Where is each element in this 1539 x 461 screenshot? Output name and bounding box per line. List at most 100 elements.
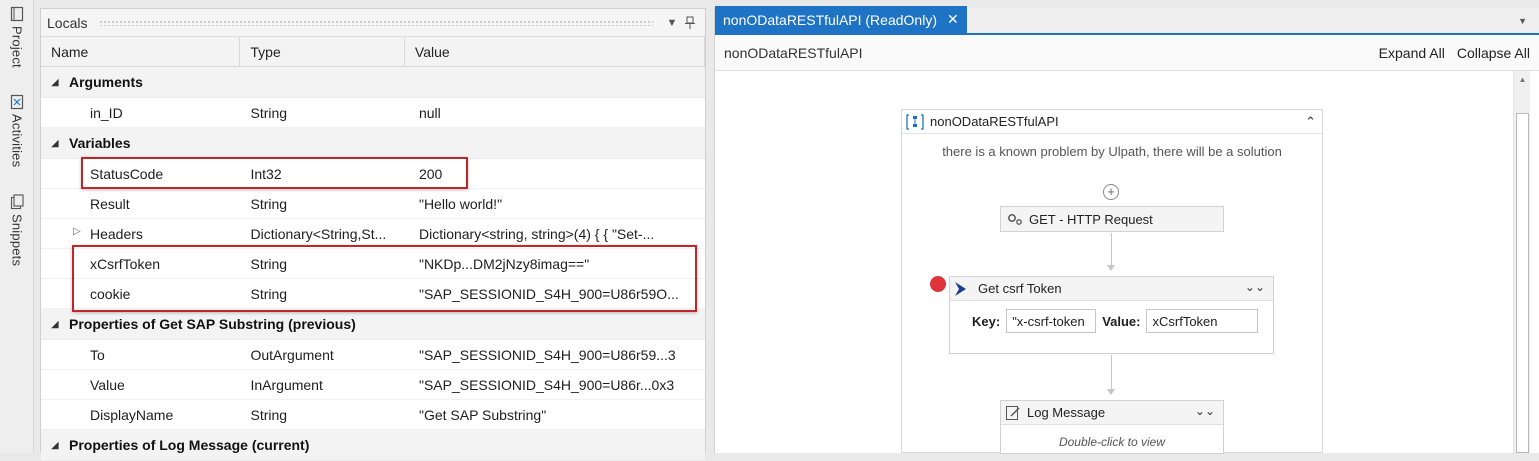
row-value[interactable]: "SAP_SESSIONID_S4H_900=U86r...0x3: [405, 377, 705, 393]
drag-grip[interactable]: [99, 19, 653, 26]
key-input[interactable]: "x-csrf-token: [1006, 309, 1097, 333]
table-row[interactable]: DisplayName String "Get SAP Substring": [41, 400, 705, 430]
row-value[interactable]: "SAP_SESSIONID_S4H_900=U86r59...3: [405, 347, 705, 363]
row-value[interactable]: "Get SAP Substring": [405, 407, 705, 423]
key-label: Key:: [972, 313, 1001, 329]
activity-http-request[interactable]: GET - HTTP Request: [1000, 206, 1224, 232]
group-variables[interactable]: ◢ Variables: [41, 128, 705, 159]
table-row[interactable]: Result String "Hello world!": [41, 189, 705, 219]
group-previous-properties[interactable]: ◢ Properties of Get SAP Substring (previ…: [41, 309, 705, 340]
row-value[interactable]: null: [405, 105, 705, 121]
table-row[interactable]: To OutArgument "SAP_SESSIONID_S4H_900=U8…: [41, 340, 705, 370]
table-row[interactable]: xCsrfToken String "NKDp...DM2jNzy8imag==…: [41, 249, 705, 279]
side-tab-label: Project: [9, 26, 25, 68]
column-type[interactable]: Type: [240, 37, 405, 66]
collapse-triangle-icon[interactable]: ◢: [41, 319, 69, 330]
value-label: Value:: [1102, 313, 1141, 329]
collapse-triangle-icon[interactable]: ◢: [41, 77, 69, 88]
tab-label: nonODataRESTfulAPI (ReadOnly): [723, 11, 937, 28]
row-value[interactable]: 200: [405, 166, 705, 182]
row-value[interactable]: Dictionary<string, string>(4) { { "Set-.…: [405, 226, 705, 242]
panel-title: Locals: [47, 14, 88, 31]
close-icon[interactable]: ✕: [947, 11, 959, 28]
value-input[interactable]: xCsrfToken: [1146, 309, 1259, 333]
row-type: Int32: [250, 165, 282, 182]
expand-chevron-icon[interactable]: ⌄⌄: [1195, 404, 1215, 418]
document-tab-bar: nonODataRESTfulAPI (ReadOnly) ✕ ▼: [715, 6, 1539, 35]
activities-icon: [10, 94, 24, 110]
scroll-up-icon[interactable]: ▲: [1514, 75, 1531, 84]
breadcrumb-bar: nonODataRESTfulAPI Expand All Collapse A…: [715, 35, 1539, 71]
double-click-hint: Double-click to view: [1058, 435, 1166, 449]
expand-chevron-icon[interactable]: ⌄⌄: [1245, 280, 1265, 294]
connector-arrow: [1107, 389, 1115, 395]
group-label: Variables: [69, 135, 131, 151]
table-row[interactable]: in_ID String null: [41, 98, 705, 128]
row-name: DisplayName: [90, 406, 174, 423]
project-icon: [10, 6, 24, 22]
row-type: String: [250, 104, 288, 121]
row-name: Result: [90, 195, 130, 212]
group-label: Properties of Get SAP Substring (previou…: [69, 316, 356, 332]
snippets-icon: [10, 194, 24, 210]
row-value[interactable]: "Hello world!": [405, 196, 705, 212]
group-label: Properties of Log Message (current): [69, 437, 310, 453]
side-tab-project[interactable]: Project: [6, 6, 28, 68]
column-name[interactable]: Name: [41, 37, 241, 66]
row-type: OutArgument: [250, 346, 334, 363]
table-row[interactable]: StatusCode Int32 200: [41, 159, 705, 189]
sequence-container[interactable]: nonODataRESTfulAPI ⌃ there is a known pr…: [901, 109, 1323, 454]
expand-all-button[interactable]: Expand All: [1379, 45, 1445, 61]
row-name-text: Headers: [90, 225, 143, 242]
breakpoint-icon[interactable]: [930, 276, 946, 292]
sap-connector-icon: [955, 281, 966, 296]
group-arguments[interactable]: ◢ Arguments: [41, 67, 705, 98]
row-type: Dictionary<String,St...: [250, 225, 387, 242]
table-row[interactable]: cookie String "SAP_SESSIONID_S4H_900=U86…: [41, 279, 705, 309]
activity-title: Get csrf Token: [978, 281, 1062, 296]
activity-log-message[interactable]: Log Message ⌄⌄ Double-click to view: [1000, 400, 1224, 454]
designer-canvas[interactable]: nonODataRESTfulAPI ⌃ there is a known pr…: [715, 71, 1539, 454]
group-current-properties[interactable]: ◢ Properties of Log Message (current): [41, 430, 705, 461]
key-value-row: Key: "x-csrf-token Value: xCsrfToken: [950, 301, 1273, 333]
sequence-icon: [906, 113, 924, 130]
connector-line: [1111, 233, 1112, 267]
gears-icon: [1008, 214, 1022, 225]
row-name: in_ID: [90, 104, 123, 121]
row-value[interactable]: "NKDp...DM2jNzy8imag==": [405, 256, 705, 272]
collapse-up-icon[interactable]: ⌃: [1305, 114, 1316, 130]
sequence-annotation: there is a known problem by Ulpath, ther…: [942, 144, 1282, 159]
expand-triangle-icon[interactable]: ▷: [73, 226, 81, 237]
locals-panel: Locals ▼ Name Type Value ◢ Arguments in_…: [40, 8, 706, 461]
side-tab-activities[interactable]: Activities: [6, 94, 28, 167]
side-tab-snippets[interactable]: Snippets: [6, 194, 28, 266]
row-type: String: [250, 406, 288, 423]
row-name: To: [90, 346, 105, 363]
connector-line: [1111, 355, 1112, 391]
dropdown-icon[interactable]: ▼: [663, 14, 681, 32]
row-type: InArgument: [250, 376, 323, 393]
collapse-triangle-icon[interactable]: ◢: [41, 138, 69, 149]
vertical-scrollbar[interactable]: ▲: [1513, 71, 1530, 453]
column-value[interactable]: Value: [405, 37, 705, 66]
row-value[interactable]: "SAP_SESSIONID_S4H_900=U86r59O...: [405, 286, 705, 302]
sequence-title: nonODataRESTfulAPI: [930, 114, 1059, 129]
row-name: cookie: [90, 285, 131, 302]
row-type: String: [250, 255, 288, 272]
tab-list-dropdown-icon[interactable]: ▼: [1518, 16, 1527, 26]
row-name: xCsrfToken: [90, 255, 161, 272]
breadcrumb[interactable]: nonODataRESTfulAPI: [724, 45, 1367, 61]
table-row[interactable]: ▷ Headers Dictionary<String,St... Diction…: [41, 219, 705, 249]
tab-nonodata-restful-api[interactable]: nonODataRESTfulAPI (ReadOnly) ✕: [715, 6, 967, 33]
pin-icon[interactable]: [681, 14, 699, 32]
row-type: String: [250, 195, 288, 212]
collapse-triangle-icon[interactable]: ◢: [41, 440, 69, 451]
activity-get-csrf-token[interactable]: Get csrf Token ⌄⌄ Key: "x-csrf-token Val…: [949, 276, 1274, 354]
add-activity-icon[interactable]: +: [1103, 184, 1119, 200]
table-row[interactable]: Value InArgument "SAP_SESSIONID_S4H_900=…: [41, 370, 705, 400]
collapse-all-button[interactable]: Collapse All: [1457, 45, 1530, 61]
row-name: ▷ Headers: [41, 226, 240, 242]
scrollbar-thumb[interactable]: [1516, 113, 1529, 453]
log-message-icon: [1006, 405, 1020, 420]
activity-title: GET - HTTP Request: [1029, 211, 1153, 227]
